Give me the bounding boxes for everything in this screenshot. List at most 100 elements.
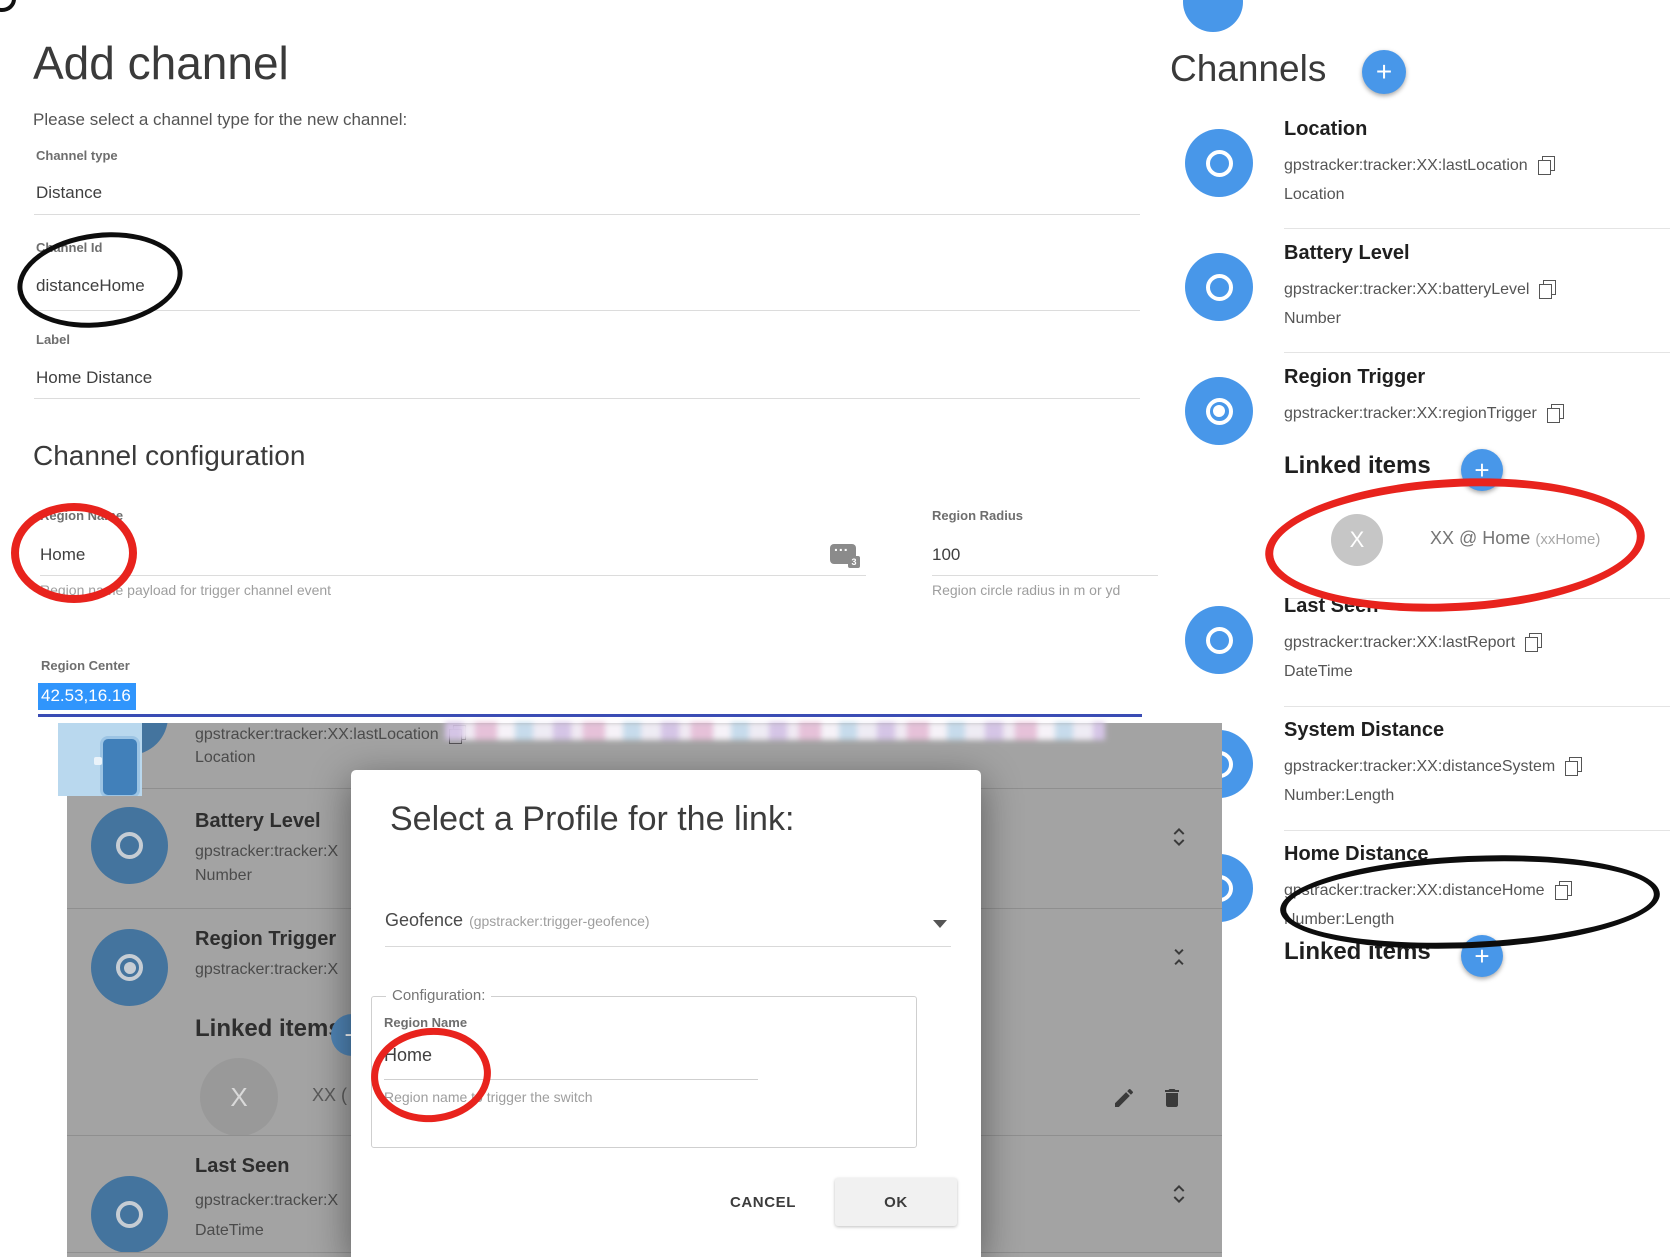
channel-uid-row: gpstracker:tracker:XX:lastLocation — [195, 725, 466, 744]
channel-item-type: Location — [1284, 186, 1345, 204]
ok-button[interactable]: OK — [835, 1178, 957, 1226]
channel-name: Battery Level — [195, 810, 321, 833]
channel-id-field[interactable]: distanceHome — [36, 276, 145, 296]
channel-uid-row: gpstracker:tracker:XX:batteryLevel — [1284, 280, 1556, 299]
map-widget-icon — [100, 736, 140, 796]
plus-icon: + — [1376, 56, 1392, 88]
region-name-label: Region Name — [40, 508, 123, 523]
channel-uid-row: gpstracker:tracker:X — [195, 961, 338, 979]
channel-name: Last Seen — [195, 1155, 289, 1178]
region-center-field[interactable]: 42.53,16.16 — [38, 683, 136, 710]
channel-item-type: Number — [1284, 310, 1341, 328]
radio-checked-icon — [116, 954, 143, 981]
channel-type-underline — [34, 214, 1140, 215]
region-center-label: Region Center — [41, 658, 130, 673]
dialog-title: Select a Profile for the link: — [390, 800, 794, 839]
channel-uid: gpstracker:tracker:XX:lastLocation — [1284, 157, 1528, 175]
region-name-hint: Region name to trigger the switch — [384, 1089, 593, 1105]
fieldset-legend: Configuration: — [386, 987, 491, 1004]
radio-unchecked-icon — [1206, 627, 1233, 654]
linked-items-header: Linked items — [1284, 452, 1431, 480]
channel-name: Region Trigger — [195, 928, 336, 951]
page-title: Add channel — [33, 36, 289, 90]
avatar-letter: X — [230, 1082, 247, 1113]
linked-item-suffix: (xxHome) — [1535, 531, 1600, 548]
unfold-less-icon[interactable] — [1167, 945, 1191, 969]
copy-icon[interactable] — [1565, 757, 1582, 776]
linked-item-avatar: X — [200, 1058, 278, 1136]
pencil-icon[interactable] — [1112, 1086, 1136, 1110]
channel-uid: gpstracker:tracker:XX:distanceHome — [1284, 882, 1545, 900]
channels-panel-title: Channels — [1170, 48, 1326, 90]
channel-id-underline — [34, 310, 1140, 311]
copy-icon[interactable] — [1555, 881, 1572, 900]
channel-name: Battery Level — [1284, 242, 1410, 265]
linked-item-avatar: X — [1331, 514, 1383, 566]
channel-item-type: DateTime — [195, 1222, 264, 1240]
chevron-down-icon[interactable] — [933, 920, 947, 928]
region-radius-label: Region Radius — [932, 508, 1023, 523]
region-name-field[interactable]: Home — [40, 545, 85, 565]
channel-uid: gpstracker:tracker:XX:lastReport — [1284, 634, 1515, 652]
copy-icon[interactable] — [1547, 404, 1564, 423]
sms-badge: 3 — [848, 556, 860, 568]
channel-uid-row: gpstracker:tracker:X — [195, 843, 338, 861]
label-underline — [34, 398, 1140, 399]
profile-select[interactable]: Geofence(gpstracker:trigger-geofence) — [385, 910, 650, 931]
channel-name: System Distance — [1284, 719, 1444, 742]
channel-avatar — [1185, 606, 1253, 674]
channel-uid: gpstracker:tracker:XX:regionTrigger — [1284, 405, 1537, 423]
unfold-more-icon[interactable] — [1167, 1182, 1191, 1206]
profile-select-underline — [385, 946, 951, 947]
radio-checked-icon — [1206, 398, 1233, 425]
profile-value: Geofence — [385, 910, 463, 930]
channel-avatar — [91, 929, 168, 1006]
channel-item-type: DateTime — [1284, 663, 1353, 681]
label-field[interactable]: Home Distance — [36, 368, 152, 388]
configuration-fieldset: Configuration: Region Name Home Region n… — [371, 996, 917, 1148]
scrolled-avatar-fragment — [1183, 0, 1243, 32]
copy-icon[interactable] — [1539, 280, 1556, 299]
region-center-focus-underline — [38, 714, 1142, 717]
avatar-letter: X — [1350, 527, 1365, 553]
region-radius-hint: Region circle radius in m or yd — [932, 582, 1120, 598]
channel-item-type: Number:Length — [1284, 787, 1394, 805]
form-intro-text: Please select a channel type for the new… — [33, 110, 407, 130]
region-name-underline — [384, 1079, 758, 1080]
channel-avatar — [1185, 377, 1253, 445]
row-divider — [1284, 352, 1670, 353]
add-link-button[interactable]: + — [1461, 449, 1503, 491]
channel-avatar — [91, 807, 168, 884]
channel-type-field[interactable]: Distance — [36, 183, 102, 203]
row-divider — [1284, 706, 1670, 707]
channel-avatar — [91, 1176, 168, 1253]
redacted-blur-strip — [445, 722, 1105, 740]
linked-item-label[interactable]: XX @ Home (xxHome) — [1430, 528, 1600, 549]
channel-uid: gpstracker:tracker:X — [195, 1192, 338, 1210]
map-fragment — [58, 723, 142, 796]
linked-item-label[interactable]: XX ( — [312, 1085, 347, 1106]
app-window: Add channel Please select a channel type… — [0, 0, 1670, 1257]
channel-uid-row: gpstracker:tracker:XX:distanceHome — [1284, 881, 1572, 900]
sms-icon[interactable]: 3 — [830, 544, 856, 564]
trash-icon[interactable] — [1160, 1086, 1184, 1110]
radio-unchecked-icon — [1206, 150, 1233, 177]
region-radius-field[interactable]: 100 — [932, 545, 960, 565]
annotation-corner-arc — [0, 0, 16, 12]
cancel-button[interactable]: CANCEL — [712, 1178, 814, 1226]
copy-icon[interactable] — [1538, 156, 1555, 175]
region-name-label: Region Name — [384, 1015, 467, 1030]
channel-uid-row: gpstracker:tracker:XX:lastReport — [1284, 633, 1542, 652]
radio-unchecked-icon — [116, 1201, 143, 1228]
unfold-more-icon[interactable] — [1167, 825, 1191, 849]
channel-name: Location — [1284, 118, 1367, 141]
channel-uid-row: gpstracker:tracker:XX:regionTrigger — [1284, 404, 1564, 423]
add-link-button[interactable]: + — [1461, 935, 1503, 977]
channel-item-type: Number — [195, 867, 252, 885]
channel-item-type: Location — [195, 749, 256, 767]
copy-icon[interactable] — [1525, 633, 1542, 652]
plus-icon: + — [1474, 941, 1489, 972]
map-dot — [94, 757, 102, 765]
add-channel-button[interactable]: + — [1362, 50, 1406, 94]
region-name-field[interactable]: Home — [384, 1045, 432, 1066]
